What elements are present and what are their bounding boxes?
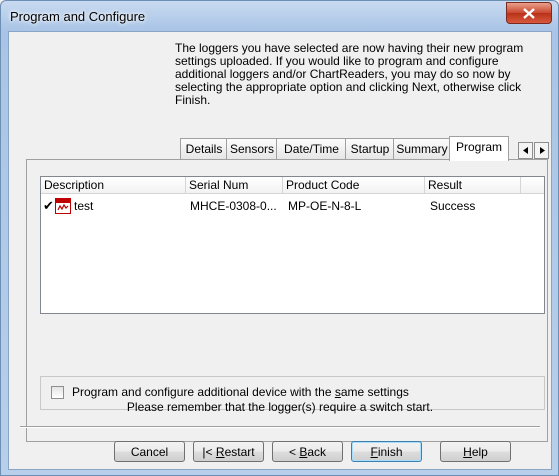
help-button[interactable]: Help (440, 441, 511, 462)
list-header: Description Serial Num Product Code Resu… (41, 177, 544, 194)
cancel-button[interactable]: Cancel (114, 441, 185, 462)
column-description[interactable]: Description (41, 177, 186, 193)
restart-button[interactable]: |< Restart (193, 441, 264, 462)
close-button[interactable] (506, 2, 552, 24)
tab-details[interactable]: Details (180, 138, 228, 159)
tab-startup[interactable]: Startup (345, 138, 395, 159)
button-separator (20, 426, 540, 428)
intro-text: The loggers you have selected are now ha… (175, 41, 524, 107)
tab-date-time[interactable]: Date/Time (276, 138, 347, 159)
dialog-client-area: The loggers you have selected are now ha… (8, 31, 552, 470)
finish-button[interactable]: Finish (351, 441, 422, 462)
dialog-window: Program and Configure The loggers you ha… (0, 0, 559, 476)
arrow-right-icon (539, 147, 545, 154)
column-product-code[interactable]: Product Code (283, 177, 425, 193)
row-result: Success (430, 199, 476, 213)
tab-sensors[interactable]: Sensors (226, 138, 278, 159)
switch-start-reminder: Please remember that the logger(s) requi… (126, 400, 434, 414)
tab-scroll-right-button[interactable] (534, 142, 549, 159)
tab-program[interactable]: Program (449, 136, 509, 161)
back-button[interactable]: < Back (272, 441, 343, 462)
window-title: Program and Configure (10, 9, 146, 24)
column-result[interactable]: Result (425, 177, 521, 193)
title-bar[interactable]: Program and Configure (1, 1, 558, 33)
same-settings-checkbox[interactable] (51, 386, 64, 399)
column-serial-num[interactable]: Serial Num (186, 177, 283, 193)
row-product-code: MP-OE-N-8-L (288, 199, 362, 213)
tab-scroll-buttons (518, 142, 550, 159)
row-serial-num: MHCE-0308-0... (190, 199, 277, 213)
close-icon (523, 7, 535, 19)
tab-summary[interactable]: Summary (393, 138, 451, 159)
logger-list[interactable]: Description Serial Num Product Code Resu… (40, 176, 545, 314)
logger-device-icon (55, 198, 71, 214)
same-settings-label[interactable]: Program and configure additional device … (72, 385, 409, 399)
table-row[interactable]: ✔ test MHCE-0308-0... MP-OE-N-8-L Succes… (41, 197, 544, 215)
arrow-left-icon (522, 147, 528, 154)
row-description: test (74, 199, 94, 213)
success-check-icon: ✔ (43, 198, 54, 213)
tab-scroll-left-button[interactable] (518, 142, 533, 159)
